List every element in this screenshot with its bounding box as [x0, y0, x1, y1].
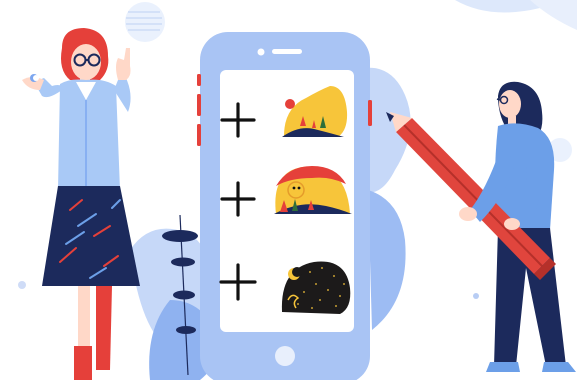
phone-power-button: [368, 100, 372, 126]
illustration-svg: [18, 0, 577, 380]
phone-speaker: [272, 49, 302, 54]
decor-dot: [33, 75, 39, 81]
phone-home-button[interactable]: [275, 346, 295, 366]
phone-camera-icon: [257, 48, 265, 56]
phone-volume-down-button: [197, 124, 201, 146]
woman-right-figure: [386, 81, 576, 372]
phone-side-button: [197, 74, 201, 86]
illustration-scene: [0, 0, 577, 380]
woman-left-figure: [22, 28, 140, 380]
night-moon-icon: [281, 261, 351, 314]
phone-volume-up-button: [197, 94, 201, 116]
